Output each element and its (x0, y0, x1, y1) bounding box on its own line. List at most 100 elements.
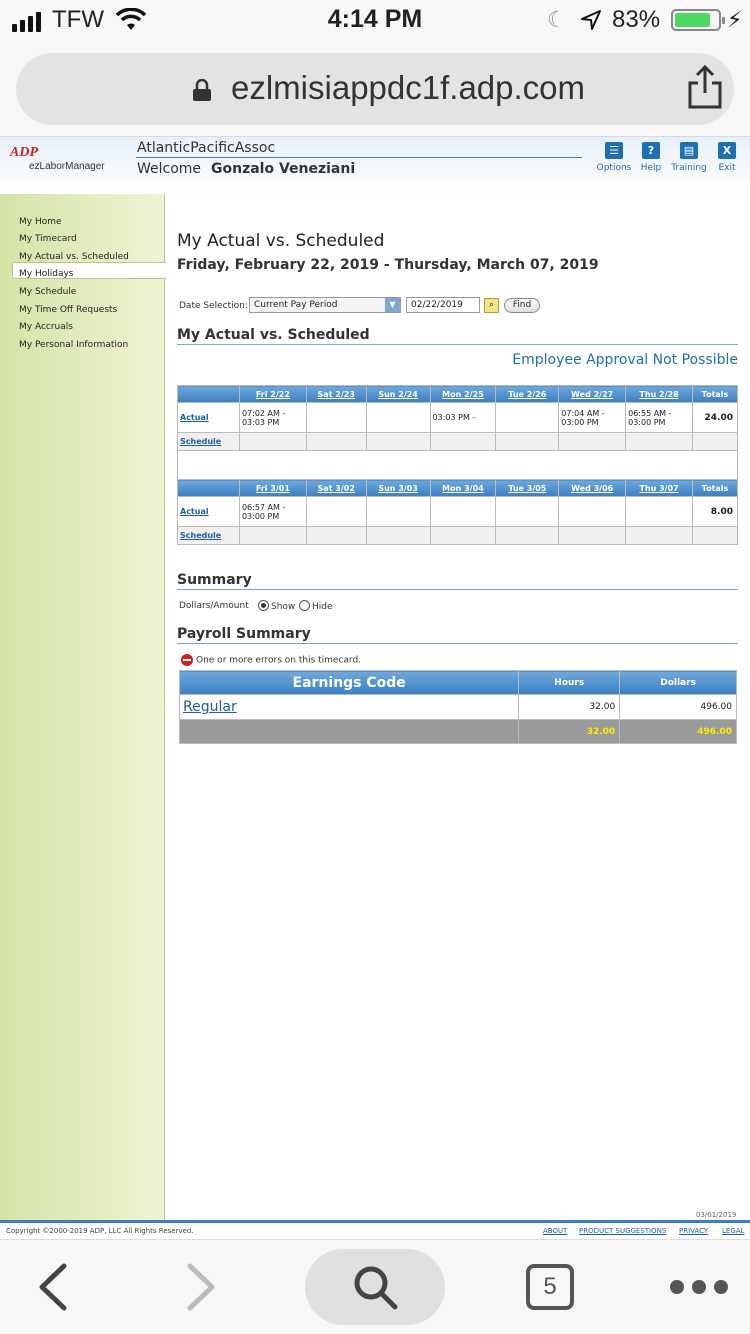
chevron-down-icon: ▼ (385, 298, 400, 312)
day-header[interactable]: Fri 2/22 (238, 385, 307, 403)
sidebar-item-my-accruals[interactable]: My Accruals (19, 322, 73, 332)
tabs-button[interactable]: 5 (526, 1264, 574, 1310)
schedule-cell (305, 432, 367, 451)
actual-cell (365, 402, 431, 433)
hours-header: Hours (518, 670, 621, 695)
schedule-cell (238, 526, 307, 545)
actual-cell (558, 496, 627, 527)
dollars-total: 496.00 (619, 719, 737, 744)
search-button[interactable] (305, 1249, 445, 1325)
sidebar-item-my-timecard[interactable]: My Timecard (19, 234, 77, 244)
totals-header: Totals (691, 385, 739, 403)
date-selection-label: Date Selection: (179, 301, 248, 311)
day-header[interactable]: Mon 2/25 (429, 385, 497, 403)
actual-cell (305, 496, 367, 527)
share-icon[interactable] (686, 65, 724, 109)
sidebar-item-my-time-off-requests[interactable]: My Time Off Requests (19, 305, 117, 315)
day-header[interactable]: Wed 3/06 (558, 479, 627, 497)
week-2-header-row: Fri 3/01 Sat 3/02 Sun 3/03 Mon 3/04 Tue … (177, 479, 739, 497)
day-header[interactable]: Tue 3/05 (495, 479, 560, 497)
day-header[interactable]: Sat 2/23 (305, 385, 367, 403)
forward-icon[interactable] (180, 1262, 220, 1312)
day-header[interactable]: Tue 2/26 (495, 385, 560, 403)
lock-icon (193, 79, 211, 101)
hide-radio[interactable] (299, 600, 310, 611)
options-button[interactable]: ☰ Options (594, 142, 634, 173)
training-button[interactable]: ▤ Training (669, 142, 709, 173)
do-not-disturb-icon: ☾ (547, 8, 567, 33)
sidebar-item-my-home[interactable]: My Home (19, 217, 62, 227)
adp-logo: ADP (10, 145, 38, 160)
day-header[interactable]: Fri 3/01 (238, 479, 307, 497)
day-header[interactable]: Sun 3/03 (365, 479, 431, 497)
exit-icon: X (718, 142, 736, 159)
payroll-summary-title: Payroll Summary (177, 626, 738, 644)
hours-total: 32.00 (518, 719, 621, 744)
search-calendar-icon[interactable]: ⌕ (484, 298, 499, 313)
actual-total: 24.00 (691, 402, 739, 433)
section-title-actual-vs-scheduled: My Actual vs. Scheduled (177, 327, 738, 345)
earnings-code-link[interactable]: Regular (178, 694, 520, 720)
find-button[interactable]: Find (504, 298, 540, 313)
sidebar-item-my-schedule[interactable]: My Schedule (19, 287, 76, 297)
actual-cell (625, 496, 693, 527)
browser-toolbar: 5 (0, 1239, 750, 1334)
date-range: Friday, February 22, 2019 - Thursday, Ma… (177, 257, 599, 273)
schedule-cell (365, 526, 431, 545)
week-2-table: Fri 3/01 Sat 3/02 Sun 3/03 Mon 3/04 Tue … (177, 479, 739, 545)
schedule-row: Schedule (177, 526, 739, 545)
schedule-cell (305, 526, 367, 545)
charging-bolt-icon: ⚡ (727, 8, 743, 33)
actual-link[interactable]: Actual (180, 507, 209, 516)
sidebar-item-my-holidays[interactable]: My Holidays (19, 269, 73, 279)
header-blank-cell (177, 385, 240, 403)
help-label: Help (640, 163, 662, 173)
sidebar: My Home My Timecard My Actual vs. Schedu… (0, 194, 166, 1220)
training-icon: ▤ (680, 142, 698, 159)
actual-total: 8.00 (691, 496, 739, 527)
day-header[interactable]: Thu 2/28 (625, 385, 693, 403)
header-blank-cell (177, 479, 240, 497)
more-icon[interactable] (670, 1280, 728, 1294)
date-selection-dropdown[interactable]: Current Pay Period ▼ (249, 297, 401, 313)
day-header[interactable]: Sun 2/24 (365, 385, 431, 403)
schedule-link[interactable]: Schedule (180, 437, 221, 446)
back-icon[interactable] (34, 1262, 74, 1312)
actual-row: Actual 06:57 AM - 03:00 PM 8.00 (177, 496, 739, 527)
help-button[interactable]: ? Help (631, 142, 671, 173)
payroll-header-row: Earnings Code Hours Dollars (178, 670, 737, 695)
footer: Copyright ©2000-2019 ADP, LLC All Rights… (0, 1223, 750, 1239)
error-icon (181, 654, 193, 666)
actual-cell (305, 402, 367, 433)
address-bar[interactable]: ezlmisiappdc1f.adp.com (16, 53, 734, 125)
schedule-total (691, 432, 739, 451)
actual-link[interactable]: Actual (180, 413, 209, 422)
welcome-label: Welcome (137, 161, 202, 177)
footer-link-about[interactable]: ABOUT (543, 1227, 567, 1235)
footer-link-legal[interactable]: LEGAL (722, 1227, 744, 1235)
training-label: Training (671, 163, 707, 173)
company-name: AtlanticPacificAssoc (137, 140, 276, 156)
totals-header: Totals (691, 479, 739, 497)
date-input[interactable]: 02/22/2019 (406, 297, 480, 313)
browser-address-area: ezlmisiappdc1f.adp.com (0, 40, 750, 136)
exit-button[interactable]: X Exit (707, 142, 747, 173)
sidebar-item-my-actual-vs-scheduled[interactable]: My Actual vs. Scheduled (19, 252, 129, 262)
status-bar: TFW 4:14 PM ☾ 83% ⚡ (0, 0, 750, 40)
earnings-code-header: Earnings Code (178, 670, 520, 695)
header-divider (136, 157, 582, 158)
actual-row: Actual 07:02 AM - 03:03 PM 03:03 PM - 07… (177, 402, 739, 433)
day-header[interactable]: Sat 3/02 (305, 479, 367, 497)
error-message: One or more errors on this timecard. (181, 654, 361, 666)
footer-link-privacy[interactable]: PRIVACY (679, 1227, 708, 1235)
day-header[interactable]: Thu 3/07 (625, 479, 693, 497)
schedule-link[interactable]: Schedule (180, 531, 221, 540)
sidebar-item-my-personal-information[interactable]: My Personal Information (19, 340, 128, 350)
show-radio[interactable] (258, 600, 269, 611)
hide-label: Hide (312, 602, 333, 612)
day-header[interactable]: Wed 2/27 (558, 385, 627, 403)
actual-cell (495, 496, 560, 527)
day-header[interactable]: Mon 3/04 (429, 479, 497, 497)
approval-status: Employee Approval Not Possible (512, 352, 738, 368)
footer-link-product-suggestions[interactable]: PRODUCT SUGGESTIONS (579, 1227, 666, 1235)
